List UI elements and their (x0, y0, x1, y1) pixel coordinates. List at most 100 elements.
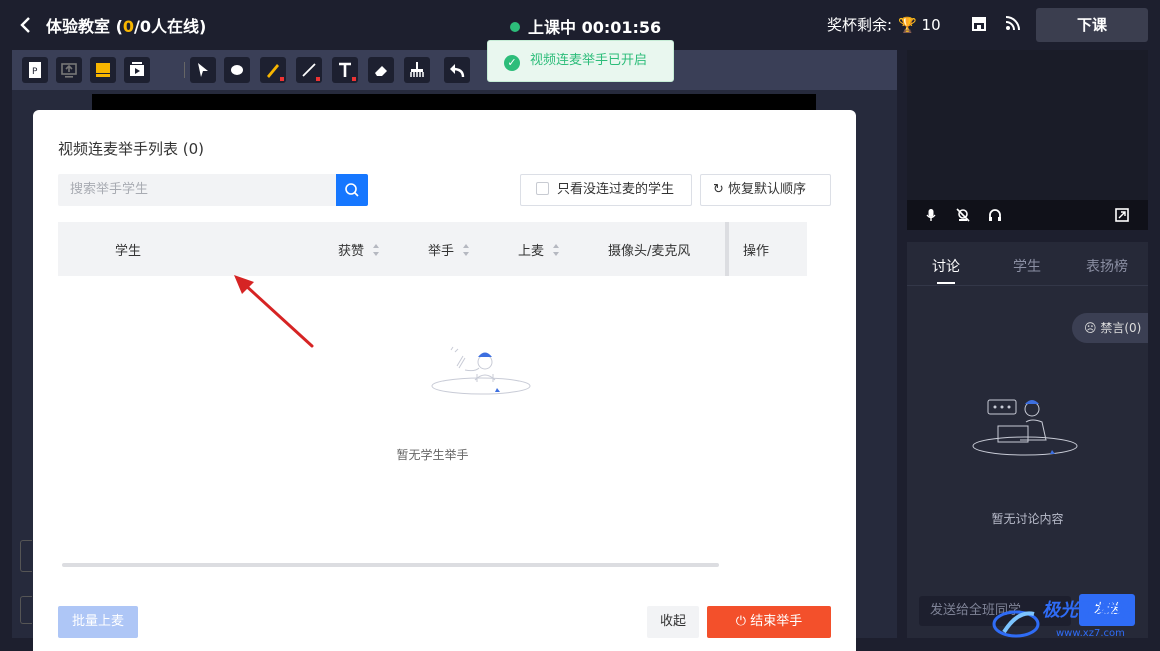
media-tool[interactable] (124, 57, 150, 83)
room-name: 体验教室 (46, 17, 111, 36)
tab-indicator (937, 282, 955, 284)
column-on-mic[interactable]: 上麦 (518, 240, 560, 259)
column-raise-hand[interactable]: 举手 (428, 240, 470, 259)
select-tool[interactable] (190, 57, 216, 83)
checkbox-label: 只看没连过麦的学生 (557, 182, 675, 197)
end-hand-raise-label: 结束举手 (750, 614, 803, 629)
courseware-icon (96, 63, 110, 77)
search-input[interactable]: 搜索举手学生 (58, 174, 336, 206)
toast-message: 视频连麦举手已开启 (530, 53, 648, 68)
mute-all-label: 禁言(0) (1100, 321, 1142, 335)
horizontal-scrollbar[interactable] (62, 563, 719, 567)
ppt-icon: P (29, 62, 41, 78)
tab-praise-board[interactable]: 表扬榜 (1086, 256, 1128, 276)
watermark-url: www.xz7.com (1056, 628, 1125, 639)
end-class-button[interactable]: 下课 (1036, 8, 1148, 42)
color-dot (280, 77, 284, 81)
upload-icon (61, 63, 77, 78)
room-title: 体验教室 (0/0人在线) (46, 13, 206, 37)
panel-divider (907, 285, 1148, 286)
courseware-tool[interactable] (90, 57, 116, 83)
annotation-arrow-icon (234, 275, 314, 348)
sort-icon[interactable] (462, 243, 470, 257)
online-total: /0人在线) (134, 17, 207, 36)
watermark-text: 极光下载站 (1042, 600, 1132, 621)
undo-tool[interactable] (444, 57, 470, 83)
reset-order-button[interactable]: ↻ 恢复默认顺序 (700, 174, 831, 206)
eraser-icon (375, 66, 387, 76)
search-button[interactable] (336, 174, 368, 206)
empty-hand-raise-illustration (431, 346, 531, 395)
collapse-button[interactable]: 收起 (647, 606, 699, 638)
live-dot-icon (510, 22, 520, 32)
headset-icon[interactable] (987, 207, 1003, 223)
column-student: 学生 (115, 240, 141, 259)
search-icon (345, 183, 359, 197)
only-unconnected-checkbox[interactable]: 只看没连过麦的学生 (520, 174, 692, 206)
cups-label: 奖杯剩余: (827, 16, 893, 34)
trophy-icon: 🏆 (898, 16, 917, 34)
whiteboard-toolbar: P (12, 50, 897, 90)
svg-text:P: P (32, 67, 38, 77)
laser-tool[interactable] (224, 57, 250, 83)
column-label: 举手 (428, 244, 455, 259)
end-hand-raise-button[interactable]: ⏻ 结束举手 (707, 606, 831, 638)
online-open: ( (110, 17, 123, 36)
column-label: 学生 (115, 244, 142, 259)
empty-discussion-illustration (972, 399, 1078, 456)
brush-tool[interactable] (260, 57, 286, 83)
laser-icon (231, 65, 243, 75)
toolbar-divider (184, 62, 185, 78)
online-count: 0 (122, 17, 135, 36)
undo-icon (450, 64, 465, 78)
checkbox-box[interactable] (536, 182, 549, 195)
column-likes[interactable]: 获赞 (338, 240, 380, 259)
color-dot (316, 77, 320, 81)
microphone-icon[interactable] (923, 207, 939, 223)
hand-raise-dialog: 视频连麦举手列表 (0) 搜索举手学生 只看没连过麦的学生 ↻ 恢复默认顺序 学… (33, 110, 856, 651)
video-controls (907, 200, 1148, 230)
column-actions: 操作 (743, 240, 769, 259)
column-label: 摄像头/麦克风 (608, 244, 691, 259)
empty-list-text: 暂无学生举手 (396, 448, 469, 462)
broom-icon (410, 62, 424, 77)
live-status: 上课中 00:01:56 (510, 14, 661, 38)
back-button[interactable] (16, 12, 36, 38)
cursor-icon (198, 63, 208, 77)
upload-tool[interactable] (56, 57, 82, 83)
reset-order-label: 恢复默认顺序 (728, 182, 807, 197)
check-icon: ✓ (504, 55, 520, 71)
column-label: 上麦 (518, 244, 545, 259)
cups-count: 10 (921, 16, 941, 34)
mute-all-button[interactable]: ☹ 禁言(0) (1072, 313, 1148, 343)
line-tool[interactable] (296, 57, 322, 83)
signal-icon[interactable] (1004, 14, 1022, 32)
success-toast: ✓ 视频连麦举手已开启 (487, 40, 674, 82)
store-icon[interactable] (970, 14, 988, 32)
refresh-icon: ↻ (713, 182, 729, 197)
empty-discussion-text: 暂无讨论内容 (991, 512, 1064, 526)
clear-tool[interactable] (404, 57, 430, 83)
live-timer: 上课中 00:01:56 (528, 18, 662, 37)
left-panel-tab[interactable] (20, 540, 32, 572)
tab-students[interactable]: 学生 (1013, 256, 1041, 276)
media-icon (130, 62, 144, 76)
color-dot (352, 77, 356, 81)
text-tool[interactable] (332, 57, 358, 83)
batch-on-mic-button[interactable]: 批量上麦 (58, 606, 138, 638)
sort-icon[interactable] (372, 243, 380, 257)
mute-icon: ☹ (1084, 321, 1101, 335)
tab-discussion[interactable]: 讨论 (932, 256, 960, 276)
fullscreen-icon[interactable] (1114, 207, 1130, 223)
column-label: 获赞 (338, 244, 365, 259)
column-label: 操作 (743, 244, 770, 259)
left-panel-tab[interactable] (20, 596, 32, 624)
power-icon: ⏻ (735, 614, 751, 629)
cups-remaining: 奖杯剩余: 🏆 10 (827, 14, 941, 35)
eraser-tool[interactable] (368, 57, 394, 83)
column-camera-mic: 摄像头/麦克风 (608, 240, 690, 259)
camera-off-icon[interactable] (955, 207, 971, 223)
sort-icon[interactable] (552, 243, 560, 257)
ppt-tool[interactable]: P (22, 57, 48, 83)
dialog-title: 视频连麦举手列表 (0) (58, 140, 205, 158)
